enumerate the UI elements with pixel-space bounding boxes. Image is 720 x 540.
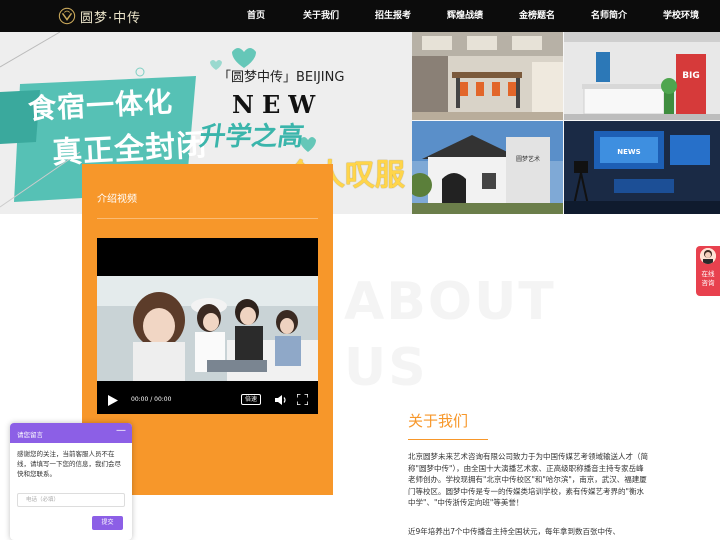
message-widget-body: 感谢您的关注，当前客服人员不在线，请填写一下您的信息，我们会尽快和您联系。 bbox=[17, 450, 121, 478]
submit-button[interactable]: 提交 bbox=[92, 516, 123, 530]
building-wall-text: 圆梦艺术 bbox=[516, 155, 540, 163]
reception-sign-text: BIG bbox=[682, 71, 700, 81]
consult-label-line-2: 咨询 bbox=[701, 279, 715, 287]
video-controls: 00:00 / 00:00 倍速 bbox=[97, 386, 318, 414]
reception-image: BIG bbox=[564, 32, 720, 120]
studio-image: NEWS bbox=[564, 121, 720, 214]
about-heading: 关于我们 bbox=[408, 412, 469, 430]
speed-button[interactable]: 倍速 bbox=[241, 394, 261, 405]
nav-about[interactable]: 关于我们 bbox=[303, 0, 339, 32]
banner-line-1: 食宿一体化 bbox=[27, 85, 174, 126]
nav-home[interactable]: 首页 bbox=[247, 0, 265, 32]
nav-achievements[interactable]: 辉煌战绩 bbox=[447, 0, 483, 32]
building-image: 圆梦艺术 bbox=[412, 121, 563, 214]
fullscreen-icon[interactable] bbox=[297, 394, 308, 405]
video-player[interactable]: 00:00 / 00:00 倍速 bbox=[97, 238, 318, 414]
about-heading-underline bbox=[408, 439, 488, 440]
campus-photo-studio[interactable]: NEWS bbox=[564, 121, 720, 214]
nav-honor-roll[interactable]: 金榜题名 bbox=[519, 0, 555, 32]
studio-screen-text: NEWS bbox=[617, 148, 640, 156]
leave-message-widget: 请您留言 — 感谢您的关注，当前客服人员不在线，请填写一下您的信息，我们会尽快和… bbox=[10, 423, 132, 540]
campus-photo-reception[interactable]: BIG bbox=[564, 32, 720, 120]
nav-campus[interactable]: 学校环境 bbox=[663, 0, 699, 32]
logo-emblem-icon bbox=[58, 7, 76, 25]
consult-label: 在线 咨询 bbox=[696, 270, 720, 288]
campus-photo-building[interactable]: 圆梦艺术 bbox=[412, 121, 563, 214]
cafeteria-image bbox=[412, 32, 563, 120]
phone-input-placeholder: 电话（必填） bbox=[26, 497, 60, 503]
about-paragraph-2: 近9年培养出7个中传播音主持全国状元，每年拿到数百张中传、 bbox=[408, 527, 621, 536]
phone-input[interactable]: 电话（必填） bbox=[17, 493, 125, 507]
banner-title: 「圆梦中传」BEIJING bbox=[218, 70, 345, 85]
banner-slogan-1: 升学之高 bbox=[197, 122, 306, 152]
message-widget-title: 请您留言 bbox=[17, 431, 43, 439]
video-thumbnail bbox=[97, 276, 318, 381]
about-watermark-line-1: ABOUT bbox=[344, 272, 556, 332]
video-card-title: 介绍视频 bbox=[97, 194, 137, 205]
video-frame[interactable] bbox=[97, 276, 318, 381]
about-watermark-line-2: US bbox=[344, 338, 428, 398]
nav-teachers[interactable]: 名师简介 bbox=[591, 0, 627, 32]
minimize-icon[interactable]: — bbox=[116, 425, 126, 436]
video-time: 00:00 / 00:00 bbox=[131, 396, 172, 403]
banner-new: NEW bbox=[232, 90, 324, 119]
nav-admissions[interactable]: 招生报考 bbox=[375, 0, 411, 32]
consult-label-line-1: 在线 bbox=[701, 270, 715, 278]
online-consult-button[interactable]: 在线 咨询 bbox=[696, 246, 720, 296]
logo-text: 圆梦·中传 bbox=[80, 10, 142, 26]
message-widget-header[interactable]: 请您留言 — bbox=[10, 423, 132, 443]
top-navbar: 圆梦·中传 首页 关于我们 招生报考 辉煌战绩 金榜题名 名师简介 学校环境 bbox=[0, 0, 720, 32]
site-logo[interactable]: 圆梦·中传 bbox=[58, 7, 142, 26]
about-paragraph: 北京圆梦未来艺术咨询有限公司致力于为中国传媒艺考领域输送人才（简称"圆梦中传"）… bbox=[408, 452, 648, 507]
consultant-avatar-icon bbox=[700, 248, 716, 264]
consultant-avatar bbox=[700, 248, 716, 264]
play-icon[interactable] bbox=[108, 395, 118, 406]
volume-icon[interactable] bbox=[275, 394, 287, 406]
card-divider bbox=[97, 218, 318, 219]
campus-photo-cafeteria[interactable] bbox=[412, 32, 563, 120]
